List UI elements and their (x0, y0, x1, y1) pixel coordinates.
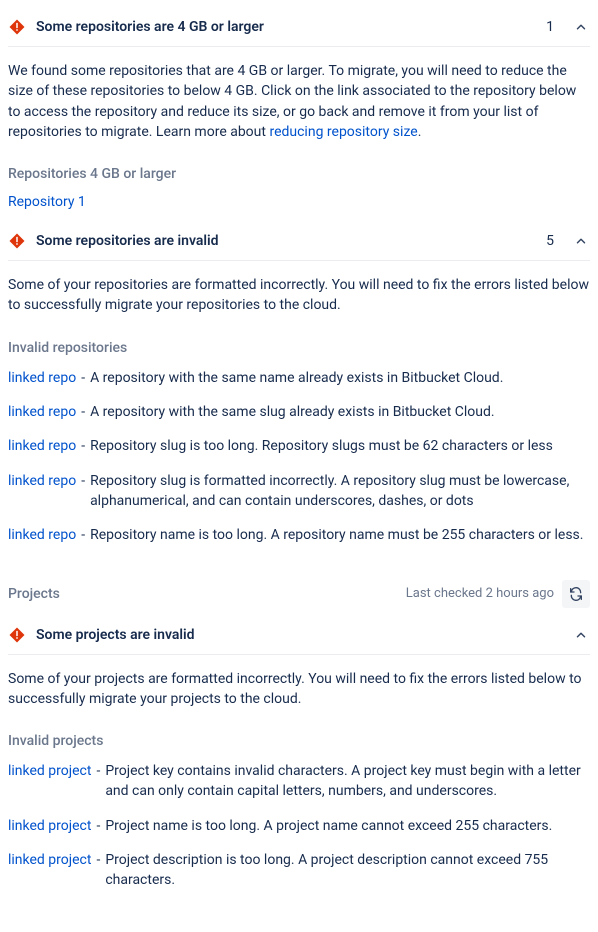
list-item: linked project - Project name is too lon… (8, 816, 590, 836)
list-item: linked repo - Repository name is too lon… (8, 525, 590, 545)
list-item: linked repo - Repository slug is formatt… (8, 471, 590, 512)
list-item: linked project - Project description is … (8, 850, 590, 891)
repo-link[interactable]: linked repo (8, 525, 76, 545)
subheading-invalid-projects: Invalid projects (8, 733, 590, 749)
repository-link[interactable]: Repository 1 (8, 194, 86, 210)
list-item: linked repo - Repository slug is too lon… (8, 436, 590, 456)
invalid-projects-list: linked project - Project key contains in… (8, 761, 590, 890)
chevron-up-icon[interactable] (572, 18, 590, 36)
item-description: A repository with the same slug already … (90, 402, 495, 422)
project-link[interactable]: linked project (8, 850, 91, 870)
repo-link[interactable]: linked repo (8, 436, 76, 456)
accordion-count: 5 (546, 233, 554, 249)
last-checked-label: Last checked 2 hours ago (406, 586, 554, 601)
accordion-title: Some repositories are invalid (36, 233, 536, 249)
chevron-up-icon[interactable] (572, 232, 590, 250)
accordion-header[interactable]: Some repositories are invalid 5 (8, 222, 590, 261)
item-description: Repository slug is formatted incorrectly… (90, 471, 590, 512)
list-item: linked repo - A repository with the same… (8, 402, 590, 422)
accordion-header[interactable]: Some repositories are 4 GB or larger 1 (8, 8, 590, 47)
item-description: Project description is too long. A proje… (105, 850, 590, 891)
accordion-title: Some projects are invalid (36, 627, 562, 643)
accordion-title: Some repositories are 4 GB or larger (36, 19, 536, 35)
list-item: linked project - Project key contains in… (8, 761, 590, 802)
project-link[interactable]: linked project (8, 761, 91, 781)
repo-link[interactable]: linked repo (8, 471, 76, 491)
item-description: Project key contains invalid characters.… (105, 761, 590, 802)
subheading-large-repos: Repositories 4 GB or larger (8, 166, 590, 182)
section-title: Projects (8, 586, 398, 602)
invalid-repos-list: linked repo - A repository with the same… (8, 368, 590, 546)
chevron-up-icon[interactable] (572, 626, 590, 644)
error-icon (8, 232, 26, 250)
panel-description: Some of your repositories are formatted … (8, 261, 590, 324)
refresh-button[interactable] (562, 580, 590, 608)
accordion-header[interactable]: Some projects are invalid (8, 616, 590, 655)
project-link[interactable]: linked project (8, 816, 91, 836)
error-icon (8, 18, 26, 36)
accordion-count: 1 (546, 19, 554, 35)
panel-description: We found some repositories that are 4 GB… (8, 47, 590, 150)
panel-invalid-repos: Some repositories are invalid 5 Some of … (8, 222, 590, 545)
repo-link[interactable]: linked repo (8, 402, 76, 422)
item-description: A repository with the same name already … (90, 368, 503, 388)
item-description: Repository slug is too long. Repository … (90, 436, 553, 456)
repo-link[interactable]: linked repo (8, 368, 76, 388)
item-description: Repository name is too long. A repositor… (90, 525, 583, 545)
error-icon (8, 626, 26, 644)
panel-invalid-projects: Some projects are invalid Some of your p… (8, 616, 590, 891)
subheading-invalid-repos: Invalid repositories (8, 340, 590, 356)
panel-description: Some of your projects are formatted inco… (8, 655, 590, 718)
item-description: Project name is too long. A project name… (105, 816, 552, 836)
list-item: linked repo - A repository with the same… (8, 368, 590, 388)
projects-section-header: Projects Last checked 2 hours ago (8, 560, 590, 616)
refresh-icon (568, 586, 584, 602)
panel-large-repos: Some repositories are 4 GB or larger 1 W… (8, 8, 590, 210)
reducing-size-link[interactable]: reducing repository size (269, 124, 417, 140)
